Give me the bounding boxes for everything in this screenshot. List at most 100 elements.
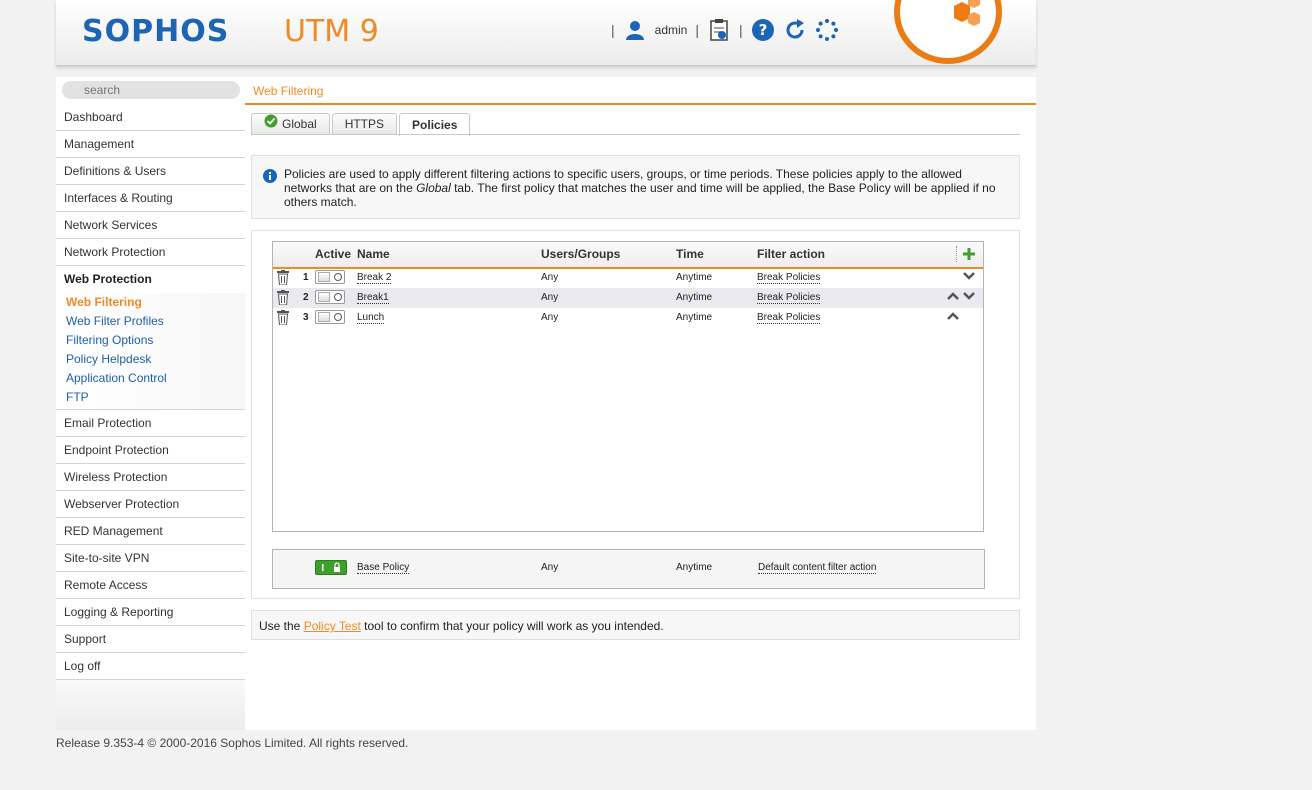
active-toggle[interactable] bbox=[315, 290, 345, 304]
policy-time: Anytime bbox=[676, 312, 713, 323]
sidebar-item-remote-access[interactable]: Remote Access bbox=[56, 572, 245, 599]
chevron-up-icon[interactable] bbox=[947, 291, 959, 301]
lock-icon bbox=[322, 562, 340, 572]
check-circle-icon bbox=[264, 114, 278, 134]
policy-time: Anytime bbox=[676, 292, 713, 303]
chevron-down-icon[interactable] bbox=[963, 291, 975, 301]
breadcrumb-divider bbox=[245, 103, 1036, 105]
tab-bar: Global HTTPS Policies bbox=[251, 113, 471, 136]
base-policy-toggle-locked bbox=[315, 560, 347, 575]
policy-users: Any bbox=[541, 272, 559, 283]
app-header: SOPHOS UTM 9 | admin | | ? bbox=[56, 0, 1036, 66]
sidebar-item-dashboard[interactable]: Dashboard bbox=[56, 104, 245, 131]
tab-https[interactable]: HTTPS bbox=[331, 113, 398, 134]
search-input[interactable] bbox=[62, 81, 240, 99]
base-policy-time: Anytime bbox=[676, 562, 713, 573]
search-area bbox=[56, 77, 245, 104]
subnav-item-web-filtering[interactable]: Web Filtering bbox=[66, 293, 245, 312]
sidebar-item-red-management[interactable]: RED Management bbox=[56, 518, 245, 545]
sidebar-item-network-services[interactable]: Network Services bbox=[56, 212, 245, 239]
active-toggle[interactable] bbox=[315, 310, 345, 324]
default-filter-action-link[interactable]: Default content filter action bbox=[758, 562, 877, 574]
plus-icon bbox=[963, 248, 975, 260]
sidebar-item-endpoint-protection[interactable]: Endpoint Protection bbox=[56, 437, 245, 464]
header-time: Time bbox=[676, 247, 704, 261]
filter-action-link[interactable]: Break Policies bbox=[757, 312, 821, 324]
header-filter-action: Filter action bbox=[757, 247, 826, 261]
policy-users: Any bbox=[541, 312, 559, 323]
add-policy-button[interactable] bbox=[963, 244, 975, 265]
active-toggle[interactable] bbox=[315, 270, 345, 284]
tab-https-label: HTTPS bbox=[344, 117, 385, 131]
trash-icon[interactable] bbox=[277, 290, 289, 308]
footer-copyright: Release 9.353-4 © 2000-2016 Sophos Limit… bbox=[56, 736, 409, 750]
policy-position: 1 bbox=[303, 272, 309, 283]
sidebar-item-logging-reporting[interactable]: Logging & Reporting bbox=[56, 599, 245, 626]
filter-action-link[interactable]: Break Policies bbox=[757, 272, 821, 284]
header-name: Name bbox=[357, 247, 390, 261]
info-text-global: Global bbox=[416, 181, 451, 195]
header-active: Active bbox=[315, 247, 352, 261]
tab-bar-divider bbox=[251, 134, 1020, 135]
policy-test-tip: Use the Policy Test tool to confirm that… bbox=[251, 610, 1020, 640]
info-icon bbox=[263, 169, 277, 186]
subnav-item-filtering-options[interactable]: Filtering Options bbox=[66, 331, 245, 350]
product-name: UTM 9 bbox=[284, 14, 379, 49]
sidebar-item-management[interactable]: Management bbox=[56, 131, 245, 158]
user-icon[interactable] bbox=[623, 18, 647, 42]
table-row: 3 Lunch Any Anytime Break Policies bbox=[273, 308, 983, 328]
tab-global-label: Global bbox=[282, 117, 317, 131]
help-icon[interactable]: ? bbox=[751, 18, 775, 42]
loading-spinner-icon bbox=[815, 18, 839, 42]
breadcrumb: Web Filtering bbox=[253, 84, 324, 98]
filter-action-link[interactable]: Break Policies bbox=[757, 292, 821, 304]
table-header: Active Name Users/Groups Time Filter act… bbox=[273, 242, 983, 269]
sidebar-nav: Dashboard Management Definitions & Users… bbox=[56, 104, 245, 730]
admin-user-link[interactable]: admin bbox=[655, 23, 688, 37]
subnav-item-ftp[interactable]: FTP bbox=[66, 388, 245, 407]
header-separator: | bbox=[611, 22, 615, 38]
policy-time: Anytime bbox=[676, 272, 713, 283]
svg-text:?: ? bbox=[758, 21, 767, 39]
policy-name-link[interactable]: Break 2 bbox=[357, 272, 392, 284]
trash-icon[interactable] bbox=[277, 310, 289, 328]
main-content: Web Filtering Global HTTPS Policies Poli… bbox=[245, 77, 1036, 730]
tab-policies[interactable]: Policies bbox=[399, 113, 471, 136]
chevron-up-icon[interactable] bbox=[947, 311, 959, 321]
sidebar-item-email-protection[interactable]: Email Protection bbox=[56, 410, 245, 437]
sidebar-item-support[interactable]: Support bbox=[56, 626, 245, 653]
policy-name-link[interactable]: Break1 bbox=[357, 292, 389, 304]
chevron-down-icon[interactable] bbox=[963, 271, 975, 281]
info-box: Policies are used to apply different fil… bbox=[251, 155, 1020, 219]
policy-test-link[interactable]: Policy Test bbox=[304, 619, 361, 633]
policy-position: 3 bbox=[303, 312, 309, 323]
subnav-item-policy-helpdesk[interactable]: Policy Helpdesk bbox=[66, 350, 245, 369]
policy-users: Any bbox=[541, 292, 559, 303]
sidebar-item-site-to-site-vpn[interactable]: Site-to-site VPN bbox=[56, 545, 245, 572]
trash-icon[interactable] bbox=[277, 270, 289, 288]
sidebar-item-network-protection[interactable]: Network Protection bbox=[56, 239, 245, 266]
subnav-item-web-filter-profiles[interactable]: Web Filter Profiles bbox=[66, 312, 245, 331]
header-users-groups: Users/Groups bbox=[541, 247, 621, 261]
sidebar-item-wireless-protection[interactable]: Wireless Protection bbox=[56, 464, 245, 491]
policy-name-link[interactable]: Lunch bbox=[357, 312, 385, 324]
header-divider bbox=[956, 246, 957, 262]
sidebar-item-web-protection[interactable]: Web Protection bbox=[56, 266, 245, 293]
base-policy-name-link[interactable]: Base Policy bbox=[357, 562, 410, 574]
sidebar-item-webserver-protection[interactable]: Webserver Protection bbox=[56, 491, 245, 518]
tab-global[interactable]: Global bbox=[251, 113, 330, 134]
policy-area: Active Name Users/Groups Time Filter act… bbox=[251, 230, 1020, 599]
refresh-icon[interactable] bbox=[783, 18, 807, 42]
base-policy-row: Base Policy Any Anytime Default content … bbox=[272, 549, 985, 589]
sidebar-footer-area bbox=[56, 680, 245, 730]
sidebar-item-interfaces-routing[interactable]: Interfaces & Routing bbox=[56, 185, 245, 212]
policy-position: 2 bbox=[303, 292, 309, 303]
sophos-hexagon-icon bbox=[894, 0, 1002, 64]
clipboard-icon[interactable] bbox=[707, 18, 731, 42]
sidebar-item-definitions-users[interactable]: Definitions & Users bbox=[56, 158, 245, 185]
subnav-item-application-control[interactable]: Application Control bbox=[66, 369, 245, 388]
table-row: 1 Break 2 Any Anytime Break Policies bbox=[273, 268, 983, 288]
policy-table: Active Name Users/Groups Time Filter act… bbox=[272, 241, 984, 532]
tip-text-before: Use the bbox=[259, 619, 304, 633]
sidebar-item-log-off[interactable]: Log off bbox=[56, 653, 245, 680]
